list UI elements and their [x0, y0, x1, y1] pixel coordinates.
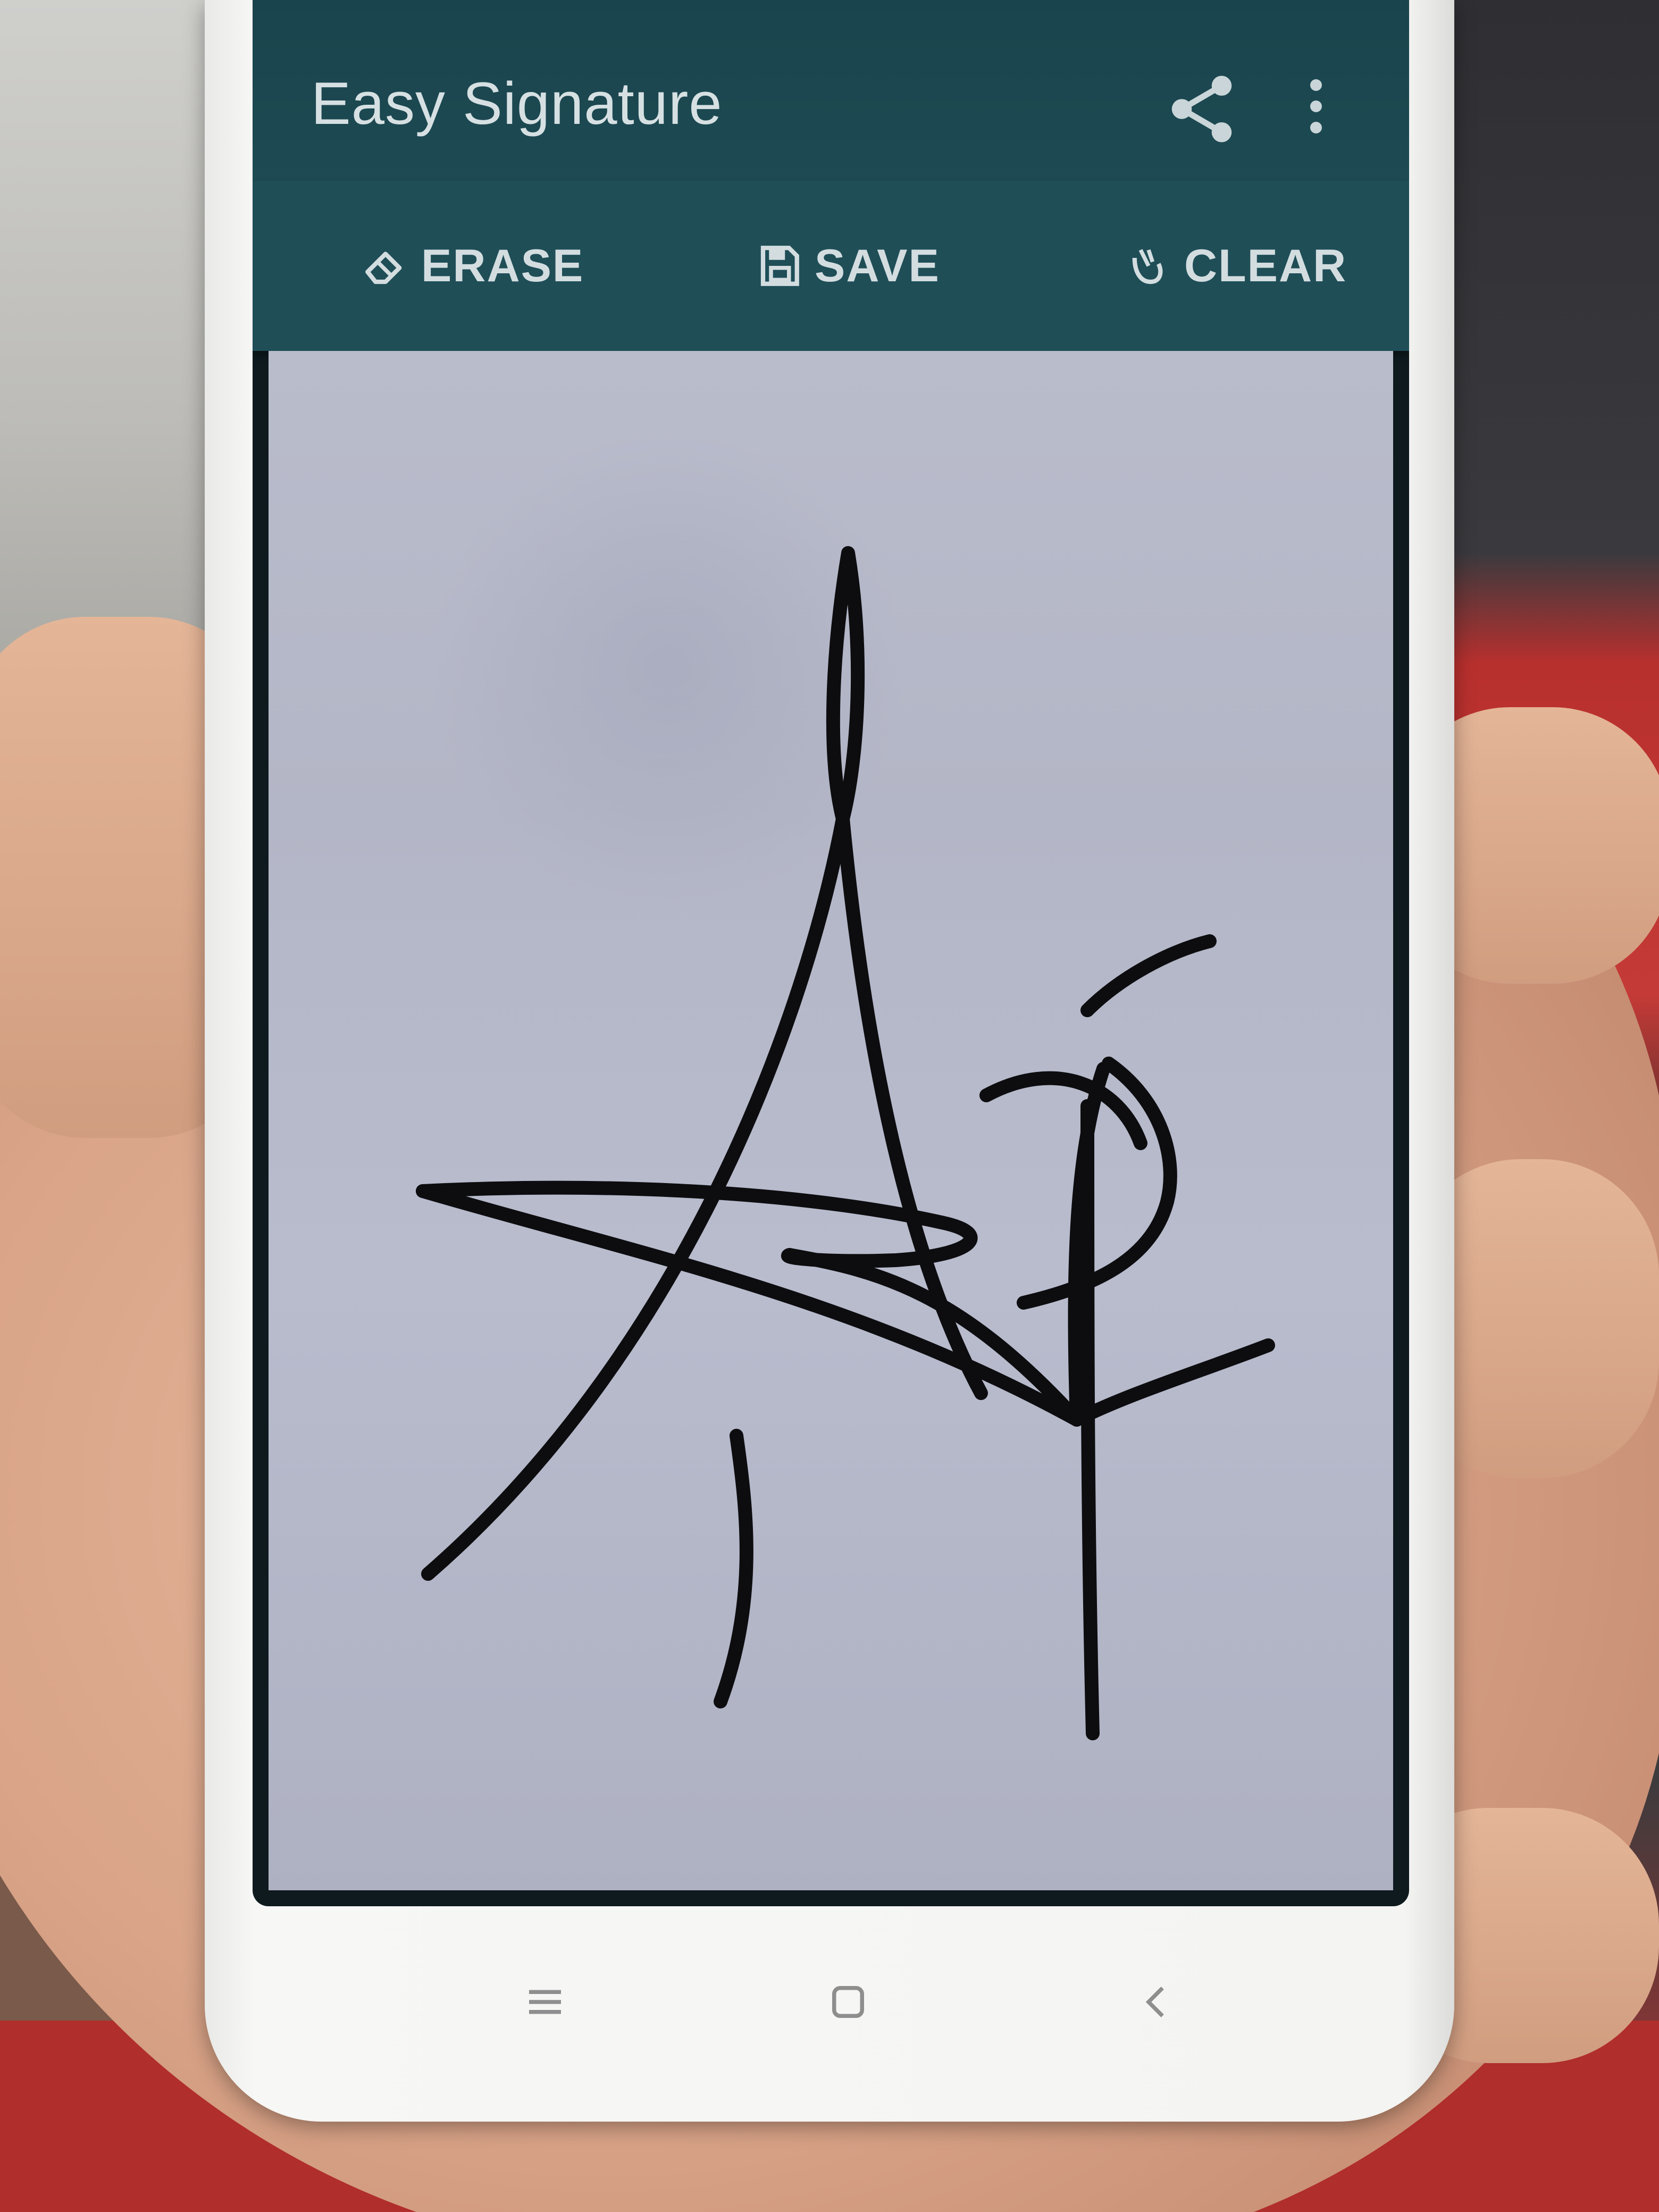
app-bar: Easy Signature	[253, 0, 1409, 181]
erase-button[interactable]: ERASE	[362, 237, 584, 295]
signature-strokes	[416, 546, 1275, 1740]
clear-broom-icon	[1132, 249, 1163, 284]
more-vert-icon[interactable]	[1300, 74, 1332, 138]
signature-canvas[interactable]	[269, 351, 1393, 1890]
chevron-left-icon[interactable]	[1133, 1978, 1180, 2026]
floppy-disk-icon	[760, 246, 799, 286]
clear-label: CLEAR	[1184, 240, 1347, 291]
eraser-icon	[365, 252, 402, 284]
photo-scene: Easy Signature ERASE SAVE CLEAR	[0, 0, 1659, 2212]
phone-screen: Easy Signature ERASE SAVE CLEAR	[253, 0, 1409, 1906]
clear-button[interactable]: CLEAR	[1125, 237, 1347, 295]
save-label: SAVE	[815, 240, 940, 291]
share-icon[interactable]	[1162, 69, 1242, 149]
save-button[interactable]: SAVE	[755, 237, 940, 295]
action-toolbar: ERASE SAVE CLEAR	[253, 181, 1409, 351]
square-home-icon[interactable]	[824, 1978, 872, 2026]
hamburger-menu-icon[interactable]	[521, 1978, 569, 2026]
system-nav-bar	[276, 1925, 1382, 2084]
erase-label: ERASE	[421, 240, 584, 291]
app-title: Easy Signature	[311, 70, 723, 137]
